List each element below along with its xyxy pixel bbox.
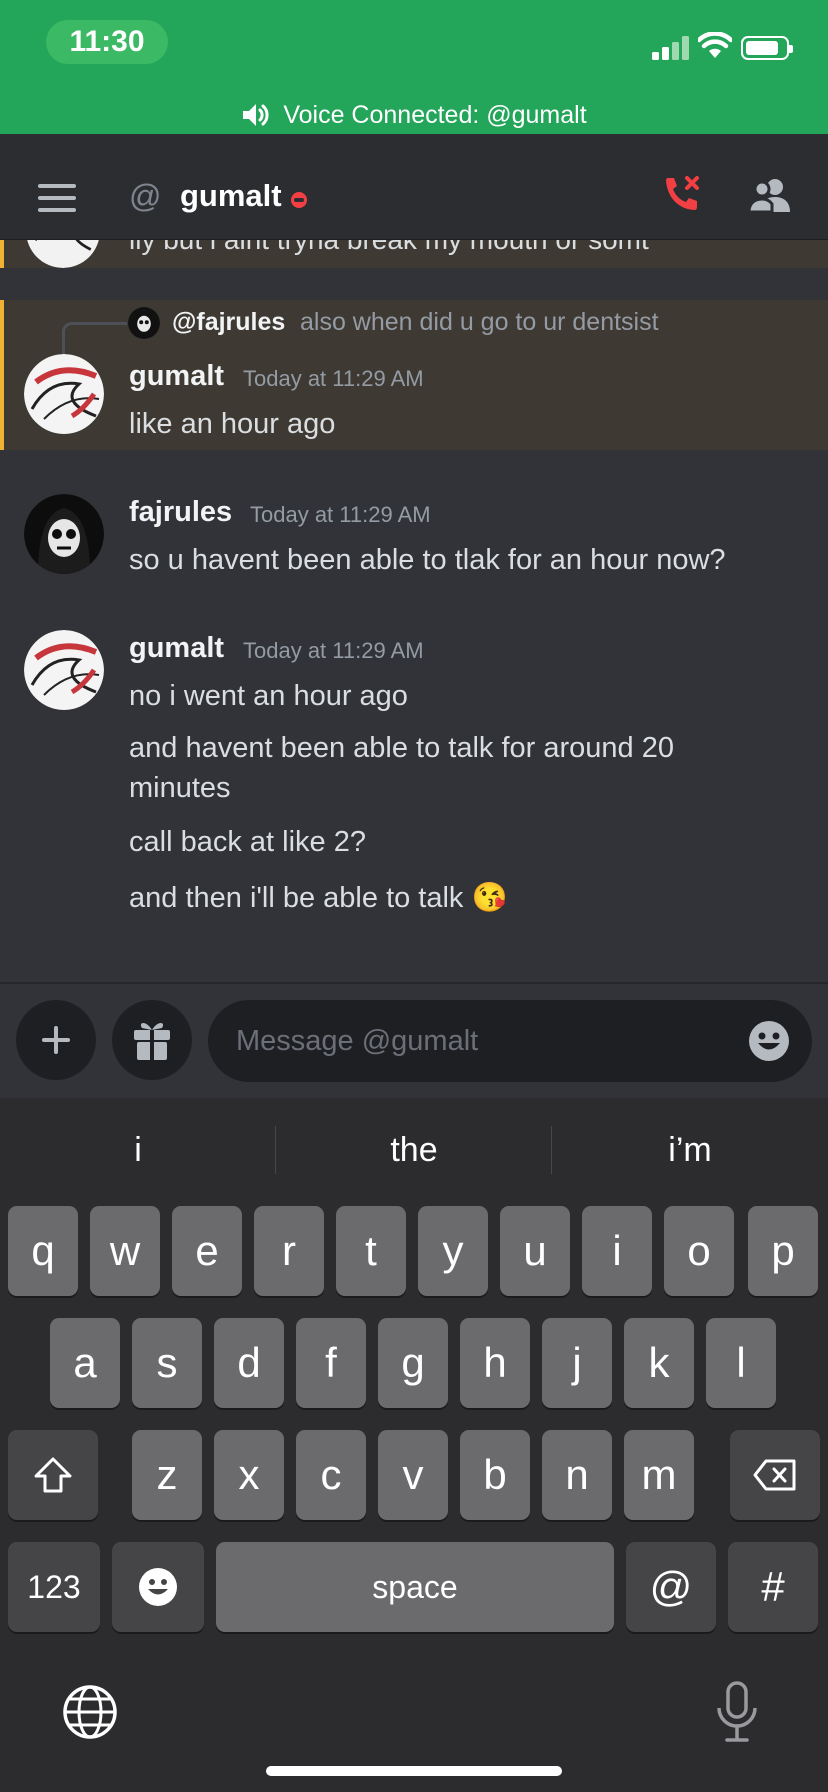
key-t[interactable]: t — [336, 1206, 406, 1296]
key-y[interactable]: y — [418, 1206, 488, 1296]
message-text: and havent been able to talk for around … — [129, 732, 674, 804]
key-w[interactable]: w — [90, 1206, 160, 1296]
emoji-keyboard-icon — [139, 1568, 177, 1606]
message-input[interactable] — [208, 1000, 812, 1082]
hash-key[interactable]: # — [728, 1542, 818, 1632]
avatar[interactable] — [24, 494, 104, 574]
reply-connector — [62, 322, 127, 355]
backspace-icon — [753, 1459, 796, 1491]
message-text: ily but i aint tryna break my mouth or s… — [129, 240, 649, 256]
message-timestamp: Today at 11:29 AM — [243, 638, 424, 663]
shift-icon — [34, 1457, 72, 1493]
chat-messages[interactable]: ily but i aint tryna break my mouth or s… — [0, 240, 828, 982]
suggestion-2[interactable]: the — [276, 1126, 552, 1174]
key-o[interactable]: o — [664, 1206, 734, 1296]
key-c[interactable]: c — [296, 1430, 366, 1520]
home-indicator[interactable] — [266, 1766, 562, 1776]
message-timestamp: Today at 11:29 AM — [243, 366, 424, 391]
suggestion-1[interactable]: i — [0, 1126, 276, 1174]
reply-avatar — [128, 307, 160, 339]
ios-keyboard: i the i’m q w e r t y u i o p a s d f g … — [0, 1098, 828, 1792]
dm-recipient-name[interactable]: gumalt — [180, 178, 282, 214]
at-key[interactable]: @ — [626, 1542, 716, 1632]
key-d[interactable]: d — [214, 1318, 284, 1408]
key-s[interactable]: s — [132, 1318, 202, 1408]
key-g[interactable]: g — [378, 1318, 448, 1408]
avatar[interactable] — [24, 354, 104, 434]
composer-divider — [0, 982, 828, 984]
microphone-icon[interactable] — [714, 1680, 760, 1744]
shift-key[interactable] — [8, 1430, 98, 1520]
key-q[interactable]: q — [8, 1206, 78, 1296]
battery-icon — [741, 36, 793, 60]
key-m[interactable]: m — [624, 1430, 694, 1520]
message-author[interactable]: gumalt — [129, 360, 224, 393]
gift-icon[interactable] — [112, 1000, 192, 1080]
key-r[interactable]: r — [254, 1206, 324, 1296]
plus-icon[interactable] — [16, 1000, 96, 1080]
message-text: like an hour ago — [129, 408, 336, 440]
key-l[interactable]: l — [706, 1318, 776, 1408]
reply-preview-text[interactable]: also when did u go to ur dentsist — [300, 308, 659, 337]
wifi-icon — [698, 32, 732, 58]
dm-header: @ gumalt — [0, 134, 828, 240]
message-timestamp: Today at 11:29 AM — [250, 502, 431, 527]
message-text: no i went an hour ago — [129, 680, 408, 712]
key-h[interactable]: h — [460, 1318, 530, 1408]
space-key[interactable]: space — [216, 1542, 614, 1632]
at-icon: @ — [129, 178, 162, 214]
avatar[interactable] — [24, 630, 104, 710]
status-time: 11:30 — [46, 20, 168, 64]
emoji-icon[interactable] — [748, 1020, 790, 1062]
speaker-icon — [243, 104, 269, 126]
key-f[interactable]: f — [296, 1318, 366, 1408]
cellular-signal-icon — [652, 36, 689, 60]
hamburger-icon[interactable] — [38, 184, 76, 220]
key-i[interactable]: i — [582, 1206, 652, 1296]
key-b[interactable]: b — [460, 1430, 530, 1520]
key-x[interactable]: x — [214, 1430, 284, 1520]
message-text: and then i'll be able to talk 😘 — [129, 882, 508, 914]
key-n[interactable]: n — [542, 1430, 612, 1520]
previous-message-partial: ily but i aint tryna break my mouth or s… — [0, 240, 828, 268]
key-u[interactable]: u — [500, 1206, 570, 1296]
members-icon[interactable] — [748, 176, 792, 216]
gift-glyph — [134, 1023, 170, 1060]
avatar — [26, 240, 100, 268]
key-p[interactable]: p — [748, 1206, 818, 1296]
key-a[interactable]: a — [50, 1318, 120, 1408]
key-z[interactable]: z — [132, 1430, 202, 1520]
backspace-key[interactable] — [730, 1430, 820, 1520]
numbers-key[interactable]: 123 — [8, 1542, 100, 1632]
key-k[interactable]: k — [624, 1318, 694, 1408]
hang-up-icon[interactable] — [660, 174, 704, 218]
message-author[interactable]: fajrules — [129, 496, 232, 529]
message-text: so u havent been able to tlak for an hou… — [129, 544, 726, 576]
status-bar: 11:30 Voice Connected: @gumalt — [0, 0, 828, 134]
globe-icon[interactable] — [62, 1684, 118, 1740]
key-e[interactable]: e — [172, 1206, 242, 1296]
reply-author[interactable]: @fajrules — [172, 308, 285, 337]
suggestion-3[interactable]: i’m — [552, 1126, 828, 1174]
message-text: call back at like 2? — [129, 826, 366, 858]
dnd-status-icon — [291, 192, 307, 208]
voice-connected-text: Voice Connected: @gumalt — [283, 100, 587, 129]
key-j[interactable]: j — [542, 1318, 612, 1408]
message-author[interactable]: gumalt — [129, 632, 224, 665]
key-v[interactable]: v — [378, 1430, 448, 1520]
voice-connected-banner[interactable]: Voice Connected: @gumalt — [0, 98, 828, 132]
emoji-keyboard-key[interactable] — [112, 1542, 204, 1632]
